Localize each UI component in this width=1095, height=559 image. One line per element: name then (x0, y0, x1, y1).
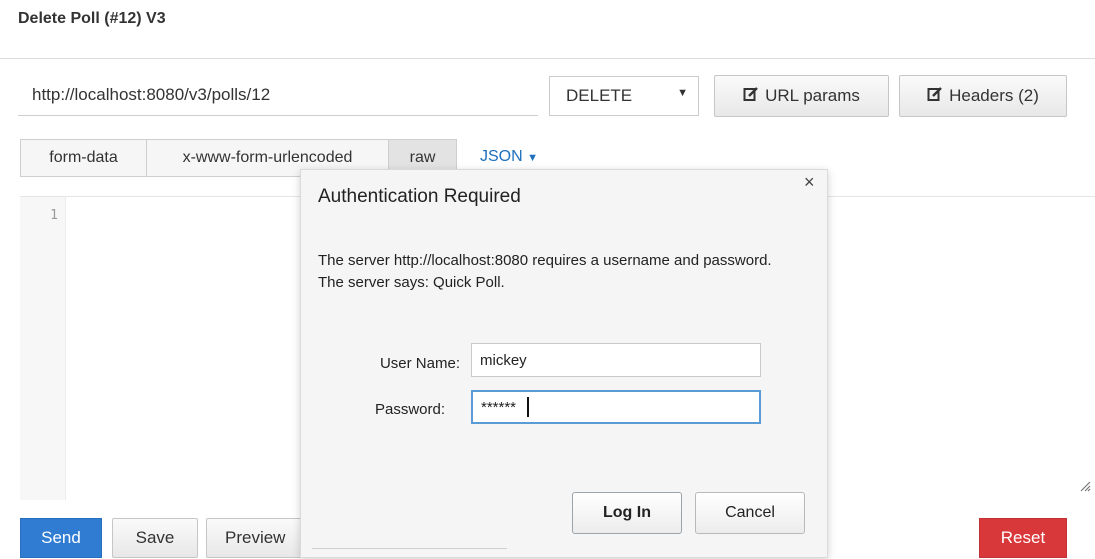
line-number: 1 (50, 208, 58, 223)
dialog-divider (312, 548, 507, 559)
close-icon[interactable]: × (804, 172, 815, 193)
request-title: Delete Poll (#12) V3 (18, 10, 166, 27)
headers-button[interactable]: Headers (2) (899, 75, 1067, 117)
text-cursor (527, 397, 529, 417)
username-field[interactable] (471, 343, 761, 377)
dialog-title: Authentication Required (318, 186, 521, 207)
resize-grip-icon[interactable] (1077, 478, 1091, 492)
cancel-button[interactable]: Cancel (695, 492, 805, 534)
username-label: User Name: (379, 355, 460, 372)
chevron-down-icon: ▼ (677, 87, 688, 99)
caret-down-icon: ▼ (527, 152, 539, 164)
url-params-label: URL params (765, 86, 860, 105)
editor-gutter (20, 197, 66, 500)
edit-icon (927, 86, 943, 107)
headers-label: Headers (2) (949, 86, 1039, 105)
format-label: JSON (480, 148, 523, 165)
log-in-button[interactable]: Log In (572, 492, 682, 534)
send-button[interactable]: Send (20, 518, 102, 558)
method-label: DELETE (566, 86, 633, 105)
url-params-button[interactable]: URL params (714, 75, 889, 117)
save-button[interactable]: Save (112, 518, 198, 558)
edit-icon (743, 86, 759, 107)
dialog-message: The server http://localhost:8080 require… (318, 252, 772, 291)
url-input[interactable] (18, 74, 538, 116)
header-divider (0, 58, 1095, 59)
password-field[interactable] (471, 390, 761, 424)
password-label: Password: (374, 401, 445, 418)
method-select[interactable]: DELETE ▼ (549, 76, 699, 116)
reset-button[interactable]: Reset (979, 518, 1067, 558)
format-dropdown[interactable]: JSON ▼ (480, 148, 538, 166)
tab-form-data[interactable]: form-data (20, 139, 147, 177)
